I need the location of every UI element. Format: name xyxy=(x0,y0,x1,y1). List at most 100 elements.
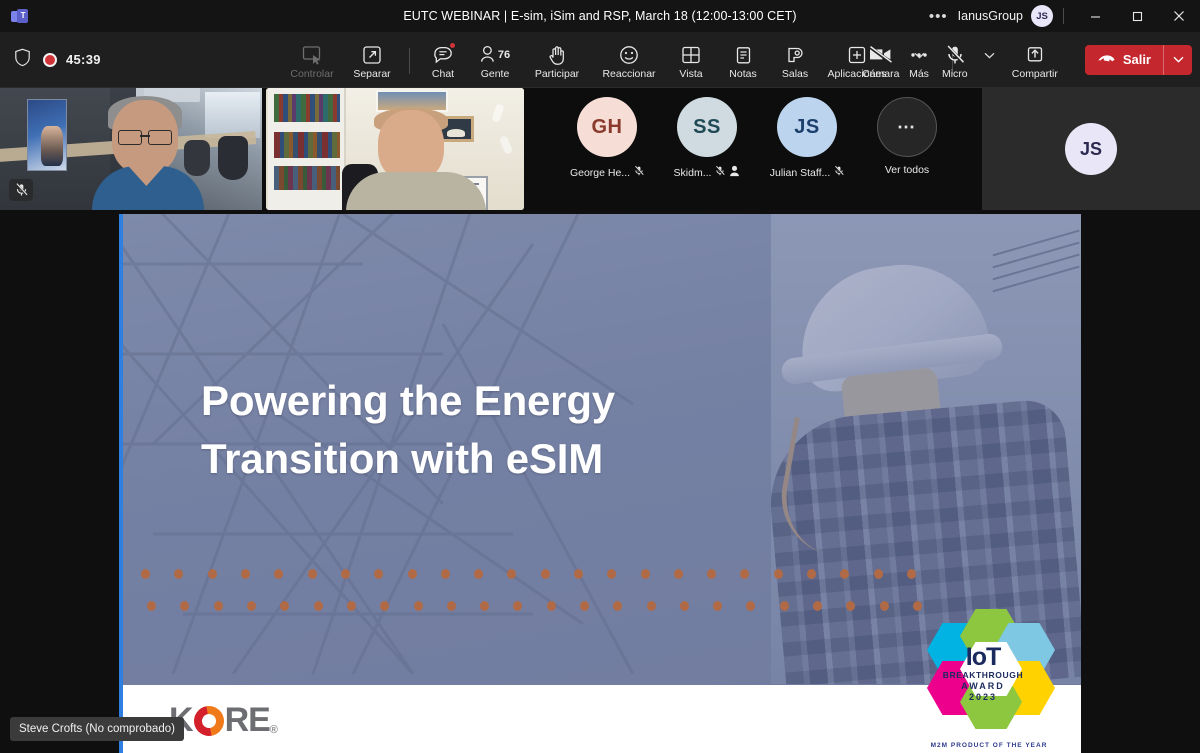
self-video-tile[interactable]: JS xyxy=(982,88,1200,210)
avatar: JS xyxy=(777,97,837,157)
toolbar-item-chat[interactable]: Chat xyxy=(417,36,469,88)
mic-options-chevron-down-icon[interactable] xyxy=(981,36,999,88)
award-line-1: IoT xyxy=(965,643,1002,671)
toolbar-divider xyxy=(409,47,410,74)
participant-strip: GH George He... SS Skidm... JS Julian St… xyxy=(0,88,1200,210)
video-tile-1[interactable] xyxy=(0,88,262,210)
toolbar-label-controlar: Controlar xyxy=(290,67,334,80)
leave-button[interactable]: Salir xyxy=(1085,45,1163,75)
award-text: IoT BREAKTHROUGH AWARD 2023 xyxy=(919,645,1047,703)
minimize-button[interactable] xyxy=(1074,0,1116,32)
kore-logo: K RE ® xyxy=(169,701,278,740)
title-bar: T EUTC WEBINAR | E-sim, iSim and RSP, Ma… xyxy=(0,0,1200,32)
more-ellipsis-icon: ⋯ xyxy=(877,97,937,157)
camera-label: Cámara xyxy=(862,67,900,80)
close-button[interactable] xyxy=(1158,0,1200,32)
leave-meeting-group: Salir xyxy=(1084,44,1192,75)
toolbar-item-separar[interactable]: Separar xyxy=(342,36,402,88)
see-all-participants[interactable]: ⋯ Ver todos xyxy=(868,97,946,176)
strip-spacer xyxy=(950,88,978,210)
registered-mark: ® xyxy=(269,724,278,736)
see-all-label: Ver todos xyxy=(884,164,930,176)
org-name[interactable]: IanusGroup xyxy=(958,9,1031,23)
people-icon: 76 xyxy=(480,44,510,66)
leave-options-chevron-down-icon[interactable] xyxy=(1164,45,1192,75)
titlebar-divider xyxy=(1063,8,1064,24)
mute-icon xyxy=(834,164,844,182)
shield-icon[interactable] xyxy=(14,48,31,72)
toolbar-item-notas[interactable]: Notas xyxy=(717,36,769,88)
account-avatar[interactable]: JS xyxy=(1031,5,1053,27)
award-line-4: 2023 xyxy=(968,692,998,702)
slide-title-line1: Powering the Energy xyxy=(201,377,615,424)
share-label: Compartir xyxy=(1011,67,1058,80)
camera-button[interactable]: Cámara xyxy=(851,36,911,88)
slide-title-line2: Transition with eSIM xyxy=(201,435,604,482)
shared-content[interactable]: Powering the Energy Transition with eSIM… xyxy=(119,214,1081,753)
toolbar-label-gente: Gente xyxy=(480,67,510,80)
give-control-icon xyxy=(302,44,323,66)
slide-footer: K RE ® IoT xyxy=(123,609,1081,753)
hangup-icon xyxy=(1097,51,1116,69)
notes-icon xyxy=(735,44,752,66)
mic-button[interactable]: Micro xyxy=(929,36,981,88)
toolbar-label-separar: Separar xyxy=(353,67,391,80)
recording-dot-icon xyxy=(43,52,57,67)
dot-row-2 xyxy=(135,601,939,611)
award-badge: IoT BREAKTHROUGH AWARD 2023 M2M PRODUCT … xyxy=(919,609,1059,751)
view-grid-icon xyxy=(681,44,701,66)
kore-swirl-icon xyxy=(194,706,224,736)
participant-name: George He... xyxy=(569,167,631,179)
award-line-2: BREAKTHROUGH xyxy=(942,670,1024,680)
participant-gh[interactable]: GH George He... xyxy=(568,97,646,182)
breakout-rooms-icon xyxy=(785,44,805,66)
toolbar-item-reaccionar[interactable]: Reaccionar xyxy=(593,36,665,88)
leave-label: Salir xyxy=(1122,52,1151,67)
teams-logo-icon: T xyxy=(10,8,28,24)
slide-title: Powering the Energy Transition with eSIM xyxy=(201,372,821,488)
title-bar-right: ••• IanusGroup JS xyxy=(919,0,1200,32)
speaker-name-toast: Steve Crofts (No comprobado) xyxy=(10,717,184,741)
toolbar-item-controlar[interactable]: Controlar xyxy=(282,36,342,88)
mute-badge-icon xyxy=(9,179,33,201)
chat-unread-badge xyxy=(449,41,456,49)
toolbar-item-gente[interactable]: 76 Gente xyxy=(469,36,521,88)
mute-icon xyxy=(715,164,726,182)
toolbar-label-vista: Vista xyxy=(679,67,703,80)
toolbar-item-salas[interactable]: Salas xyxy=(769,36,821,88)
stage: Powering the Energy Transition with eSIM… xyxy=(0,210,1200,753)
share-screen-icon xyxy=(1025,44,1045,66)
recording-indicator[interactable]: 45:39 xyxy=(43,52,101,67)
video-tile-2[interactable] xyxy=(266,88,524,210)
participant-name: Skidm... xyxy=(673,167,712,179)
titlebar-overflow-icon[interactable]: ••• xyxy=(919,8,958,25)
participant-ss[interactable]: SS Skidm... xyxy=(668,97,746,182)
toolbar-label-salas: Salas xyxy=(781,67,809,80)
recording-timer: 45:39 xyxy=(66,52,101,67)
toolbar-left: 45:39 xyxy=(0,48,101,72)
avatar: GH xyxy=(577,97,637,157)
participant-name: Julian Staff... xyxy=(769,167,831,179)
toolbar-right: Cámara Micro Compartir Salir xyxy=(851,32,1192,88)
mic-off-icon xyxy=(945,44,965,66)
avatar: SS xyxy=(677,97,737,157)
meeting-toolbar: 45:39 Controlar Separar Chat 76 Gente Pa… xyxy=(0,32,1200,88)
raise-hand-icon xyxy=(548,44,567,66)
toolbar-item-participar[interactable]: Participar xyxy=(521,36,593,88)
mic-label: Micro xyxy=(941,67,968,80)
app-logo: T xyxy=(0,8,38,24)
camera-options-chevron-down-icon[interactable] xyxy=(911,36,929,88)
presentation-slide: Powering the Energy Transition with eSIM… xyxy=(123,214,1081,753)
toolbar-label-reaccionar: Reaccionar xyxy=(602,67,656,80)
dot-row-1 xyxy=(129,569,939,579)
toolbar-label-participar: Participar xyxy=(534,67,580,80)
presenter-icon xyxy=(729,164,740,182)
reactions-icon xyxy=(619,44,639,66)
toolbar-label-chat: Chat xyxy=(431,67,455,80)
maximize-button[interactable] xyxy=(1116,0,1158,32)
participant-count: 76 xyxy=(497,48,511,61)
participant-js[interactable]: JS Julian Staff... xyxy=(768,97,846,182)
toolbar-item-vista[interactable]: Vista xyxy=(665,36,717,88)
toolbar-label-notas: Notas xyxy=(729,67,757,80)
share-button[interactable]: Compartir xyxy=(999,36,1071,88)
